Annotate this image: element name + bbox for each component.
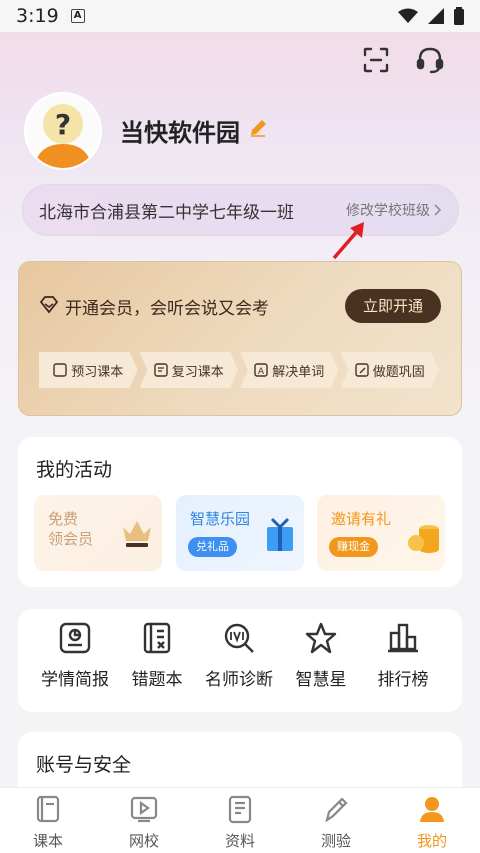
chevron-right-icon [434, 204, 442, 216]
vip-step-label: 解决单词 [272, 364, 325, 380]
status-bar: 3:19 A [0, 0, 480, 32]
vip-open-button[interactable]: 立即开通 [345, 289, 441, 323]
tab-label: 课本 [32, 832, 63, 850]
tab-label: 我的 [416, 832, 447, 850]
activity-invite[interactable]: 邀请有礼 赚现金 [317, 495, 445, 571]
play-icon [130, 796, 158, 823]
tool-label: 名师诊断 [205, 670, 273, 690]
vip-step-practice: 做题巩固 [340, 352, 439, 388]
activity-smart-park[interactable]: 智慧乐园 兑礼品 [176, 495, 304, 571]
document-icon [228, 795, 252, 824]
tool-label: 排行榜 [377, 670, 429, 690]
status-time: 3:19 [16, 5, 59, 27]
gift-icon [267, 517, 293, 551]
avatar[interactable]: ? [24, 92, 102, 170]
vip-steps: 预习课本 复习课本 A 解决单词 做题巩固 [39, 352, 441, 388]
headset-icon [416, 47, 444, 74]
tool-label: 错题本 [131, 670, 183, 690]
account-title: 账号与安全 [36, 754, 132, 776]
diamond-icon [39, 296, 59, 314]
avatar-placeholder-icon: ? [26, 94, 100, 168]
pen-icon [325, 797, 348, 823]
tab-mine[interactable]: 我的 [384, 788, 480, 853]
vip-step-review: 复习课本 [139, 352, 238, 388]
vip-step-label: 预习课本 [71, 364, 124, 380]
activity-smart-park-title: 智慧乐园 [190, 510, 251, 528]
activities-card: 我的活动 免费 领会员 智慧乐园 兑礼品 邀请有礼 赚现金 [18, 437, 462, 587]
tab-label: 网校 [128, 832, 159, 850]
svg-text:A: A [258, 367, 265, 377]
wrongbook-icon [143, 622, 171, 654]
svg-text:?: ? [55, 108, 71, 141]
tool-wrongbook[interactable]: 错题本 [112, 621, 202, 690]
book-icon [36, 795, 60, 823]
report-icon [59, 622, 91, 654]
scan-button[interactable] [360, 44, 392, 76]
tool-label: 学情简报 [41, 670, 109, 690]
tab-quiz[interactable]: 测验 [288, 788, 384, 853]
annotation-arrow-icon [332, 222, 364, 260]
change-school-label: 修改学校班级 [346, 203, 430, 219]
crown-icon [123, 521, 151, 547]
scan-icon [363, 47, 389, 73]
tool-diagnose[interactable]: 名师诊断 [194, 621, 284, 690]
vip-step-words: A 解决单词 [240, 352, 339, 388]
pencil-icon [251, 120, 266, 137]
wifi-icon [398, 8, 418, 23]
tab-textbook[interactable]: 课本 [0, 788, 96, 853]
book-small-icon [53, 363, 67, 377]
username: 当快软件园 [120, 119, 240, 147]
activity-smart-park-pill: 兑礼品 [188, 537, 237, 557]
tools-card: 学情简报 错题本 名师诊断 智慧星 排行榜 [18, 609, 462, 712]
vip-step-label: 做题巩固 [372, 364, 425, 380]
activity-free-vip[interactable]: 免费 领会员 [34, 495, 162, 571]
tool-star[interactable]: 智慧星 [276, 621, 366, 690]
tool-report[interactable]: 学情简报 [30, 621, 120, 690]
vip-card[interactable]: 开通会员，会听会说又会考 立即开通 预习课本 复习课本 A 解决单词 做题巩固 [18, 261, 462, 416]
star-icon [305, 622, 337, 654]
school-name: 北海市合浦县第二中学七年级一班 [39, 202, 294, 223]
customer-service-button[interactable] [414, 44, 446, 76]
ranking-icon [388, 623, 418, 653]
activity-free-line2: 领会员 [48, 530, 94, 548]
battery-icon [454, 7, 464, 25]
edit-small-icon [355, 363, 369, 377]
tab-label: 测验 [320, 832, 351, 850]
vip-step-preview: 预习课本 [39, 352, 138, 388]
coins-icon [408, 525, 439, 553]
tool-label: 智慧星 [295, 670, 347, 690]
activity-free-line1: 免费 [48, 510, 79, 528]
activity-invite-pill: 赚现金 [329, 537, 378, 557]
activities-title: 我的活动 [36, 459, 113, 481]
school-class-bar[interactable]: 北海市合浦县第二中学七年级一班 修改学校班级 [22, 184, 459, 236]
vip-step-label: 复习课本 [171, 364, 224, 380]
word-small-icon: A [254, 363, 268, 377]
vip-title: 开通会员，会听会说又会考 [65, 299, 269, 319]
tool-ranking[interactable]: 排行榜 [358, 621, 448, 690]
tab-label: 资料 [224, 832, 255, 850]
user-icon [420, 797, 444, 822]
edit-name-button[interactable] [248, 118, 268, 142]
activity-free-vip-text: 免费 领会员 [48, 509, 93, 549]
change-school-link[interactable]: 修改学校班级 [346, 200, 442, 220]
notification-icon: A [70, 9, 85, 23]
status-right [398, 7, 464, 25]
signal-icon [428, 8, 444, 24]
tab-materials[interactable]: 资料 [192, 788, 288, 853]
bottom-tab-bar: 课本 网校 资料 测验 我的 [0, 787, 480, 853]
tab-online-school[interactable]: 网校 [96, 788, 192, 853]
diagnose-icon [224, 623, 254, 653]
activity-invite-title: 邀请有礼 [331, 510, 392, 528]
notebook-small-icon [154, 363, 168, 377]
